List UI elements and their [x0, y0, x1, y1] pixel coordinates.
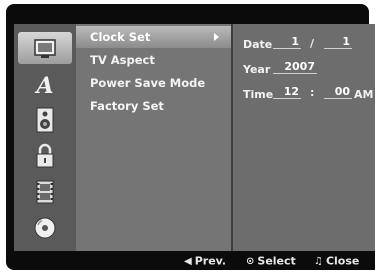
select-hint[interactable]: ⊙ Select — [246, 254, 296, 268]
tab-disc[interactable] — [18, 212, 72, 244]
return-icon: ♫ — [314, 255, 323, 267]
date-month-field[interactable]: 1 — [273, 35, 301, 49]
close-label: Close — [325, 254, 360, 268]
speaker-icon — [36, 107, 54, 133]
clock-settings-pane: Date 1 / 1 Year 2007 Time 12 : 00 AM — [233, 24, 375, 251]
tab-audio[interactable] — [18, 104, 72, 136]
language-a-icon: A — [34, 73, 53, 96]
menu-item-label: TV Aspect — [90, 53, 155, 67]
disc-icon — [34, 217, 56, 239]
menu-item-label: Power Save Mode — [90, 76, 206, 90]
close-hint[interactable]: ♫ Close — [314, 254, 359, 268]
lock-icon — [36, 143, 54, 168]
select-button-icon: ⊙ — [246, 255, 255, 267]
time-ampm[interactable]: AM — [354, 88, 373, 101]
category-icon-column: A — [14, 24, 78, 251]
setup-menu: Clock Set TV Aspect Power Save Mode Fact… — [76, 24, 233, 251]
menu-item-factory-set[interactable]: Factory Set — [76, 95, 231, 117]
film-strip-icon — [36, 180, 54, 204]
date-day-field[interactable]: 1 — [324, 35, 352, 49]
tab-language[interactable]: A — [18, 68, 72, 100]
date-label: Date — [243, 38, 273, 51]
disc-setup-icon — [34, 39, 56, 58]
svg-text:A: A — [34, 73, 53, 96]
time-label: Time — [243, 88, 274, 101]
date-separator: / — [310, 37, 315, 50]
triangle-left-icon: ◀ — [184, 255, 192, 267]
chevron-right-icon — [214, 33, 219, 41]
prev-label: Prev. — [194, 254, 227, 268]
tab-lock[interactable] — [18, 140, 72, 172]
footer-hints: ◀ Prev. ⊙ Select ♫ Close — [14, 251, 375, 270]
menu-item-tv-aspect[interactable]: TV Aspect — [76, 49, 231, 71]
select-label: Select — [257, 254, 296, 268]
year-field[interactable]: 2007 — [273, 60, 317, 74]
time-minute-field[interactable]: 00 — [324, 85, 352, 99]
menu-item-label: Factory Set — [90, 99, 164, 113]
tab-general[interactable] — [18, 32, 72, 64]
menu-item-label: Clock Set — [90, 30, 151, 44]
time-separator: : — [310, 86, 315, 99]
year-label: Year — [243, 63, 271, 76]
prev-hint[interactable]: ◀ Prev. — [184, 254, 226, 268]
menu-item-power-save-mode[interactable]: Power Save Mode — [76, 72, 231, 94]
tab-recording[interactable] — [18, 176, 72, 208]
menu-item-clock-set[interactable]: Clock Set — [76, 26, 231, 48]
time-hour-field[interactable]: 12 — [273, 85, 301, 99]
